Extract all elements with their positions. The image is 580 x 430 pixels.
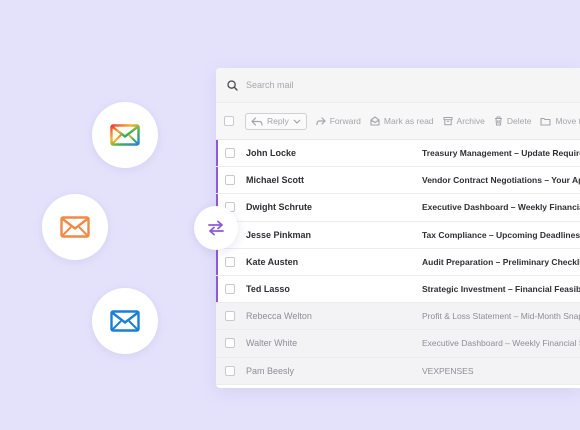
orange-mail-integration[interactable]: [42, 194, 108, 260]
email-sender: Ted Lasso: [246, 284, 290, 295]
multicolor-mail-integration[interactable]: [92, 102, 158, 168]
email-sender: Pam Beesly: [246, 365, 295, 376]
email-subject: Treasury Management – Update Required: [422, 148, 580, 159]
delete-label: Delete: [506, 116, 532, 126]
email-row[interactable]: Pam Beesly VEXPENSES: [216, 357, 580, 385]
email-subject: Vendor Contract Negotiations – Your Appr…: [422, 175, 580, 186]
open-envelope-icon: [370, 116, 380, 126]
email-row[interactable]: Michael Scott Vendor Contract Negotiatio…: [216, 167, 580, 195]
mark-as-read-label: Mark as read: [383, 116, 434, 126]
email-subject: Strategic Investment – Financial Feasibi…: [422, 284, 580, 295]
row-checkbox[interactable]: [225, 365, 235, 376]
email-subject: Executive Dashboard – Weekly Financial S…: [422, 338, 580, 349]
reply-label: Reply: [267, 116, 289, 126]
email-row[interactable]: Walter White Executive Dashboard – Weekl…: [216, 330, 580, 358]
email-sender: Walter White: [246, 338, 298, 349]
email-subject: VEXPENSES: [422, 365, 474, 376]
archive-icon: [443, 117, 453, 126]
row-checkbox[interactable]: [225, 148, 235, 159]
mail-panel: Reply Forward Mark as read Archive: [216, 68, 580, 388]
email-sender: Jesse Pinkman: [246, 229, 312, 240]
email-row[interactable]: Ted Lasso Strategic Investment – Financi…: [216, 275, 580, 304]
row-checkbox[interactable]: [225, 256, 235, 267]
archive-button[interactable]: Archive: [443, 116, 485, 126]
row-checkbox[interactable]: [225, 311, 235, 322]
email-sender: John Locke: [246, 148, 297, 159]
mark-as-read-button[interactable]: Mark as read: [370, 116, 434, 126]
mail-toolbar: Reply Forward Mark as read Archive Delet…: [216, 103, 580, 140]
blue-mail-icon: [110, 310, 140, 332]
multicolor-mail-icon: [110, 124, 140, 146]
forward-icon: [316, 116, 326, 125]
reply-button[interactable]: Reply: [245, 112, 307, 130]
row-checkbox[interactable]: [225, 175, 235, 186]
forward-label: Forward: [329, 116, 361, 126]
trash-icon: [494, 116, 502, 126]
reply-icon: [251, 116, 263, 126]
swap-arrows-icon: [208, 220, 224, 236]
search-bar: [216, 68, 580, 103]
email-subject: Tax Compliance – Upcoming Deadlines: [422, 229, 580, 240]
chevron-down-icon: [293, 119, 301, 124]
email-subject: Audit Preparation – Preliminary Checklis…: [422, 256, 580, 267]
move-to-label: Move to: [555, 116, 580, 126]
orange-mail-icon: [60, 216, 90, 238]
email-row[interactable]: John Locke Treasury Management – Update …: [216, 140, 580, 168]
email-sender: Dwight Schrute: [246, 202, 313, 213]
email-subject: Executive Dashboard – Weekly Financial S…: [422, 202, 580, 213]
search-input[interactable]: [246, 80, 546, 90]
email-row[interactable]: Kate Austen Audit Preparation – Prelimin…: [216, 248, 580, 276]
sync-button[interactable]: [194, 206, 238, 250]
email-row[interactable]: Jesse Pinkman Tax Compliance – Upcoming …: [216, 221, 580, 249]
email-subject: Profit & Loss Statement – Mid-Month Snap…: [422, 311, 580, 322]
email-sender: Michael Scott: [246, 175, 305, 186]
delete-button[interactable]: Delete: [494, 116, 532, 126]
blue-mail-integration[interactable]: [92, 288, 158, 354]
archive-label: Archive: [456, 116, 485, 126]
forward-button[interactable]: Forward: [316, 116, 361, 126]
email-row[interactable]: Rebecca Welton Profit & Loss Statement –…: [216, 303, 580, 331]
select-all-checkbox[interactable]: [224, 116, 234, 126]
email-row[interactable]: Dwight Schrute Executive Dashboard – Wee…: [216, 194, 580, 222]
row-checkbox[interactable]: [225, 338, 235, 349]
email-sender: Rebecca Welton: [246, 311, 312, 322]
row-checkbox[interactable]: [225, 284, 235, 295]
email-sender: Kate Austen: [246, 256, 299, 267]
email-list: John Locke Treasury Management – Update …: [216, 140, 580, 385]
move-to-button[interactable]: Move to: [540, 116, 580, 126]
search-icon: [227, 79, 238, 91]
folder-icon: [540, 117, 552, 126]
